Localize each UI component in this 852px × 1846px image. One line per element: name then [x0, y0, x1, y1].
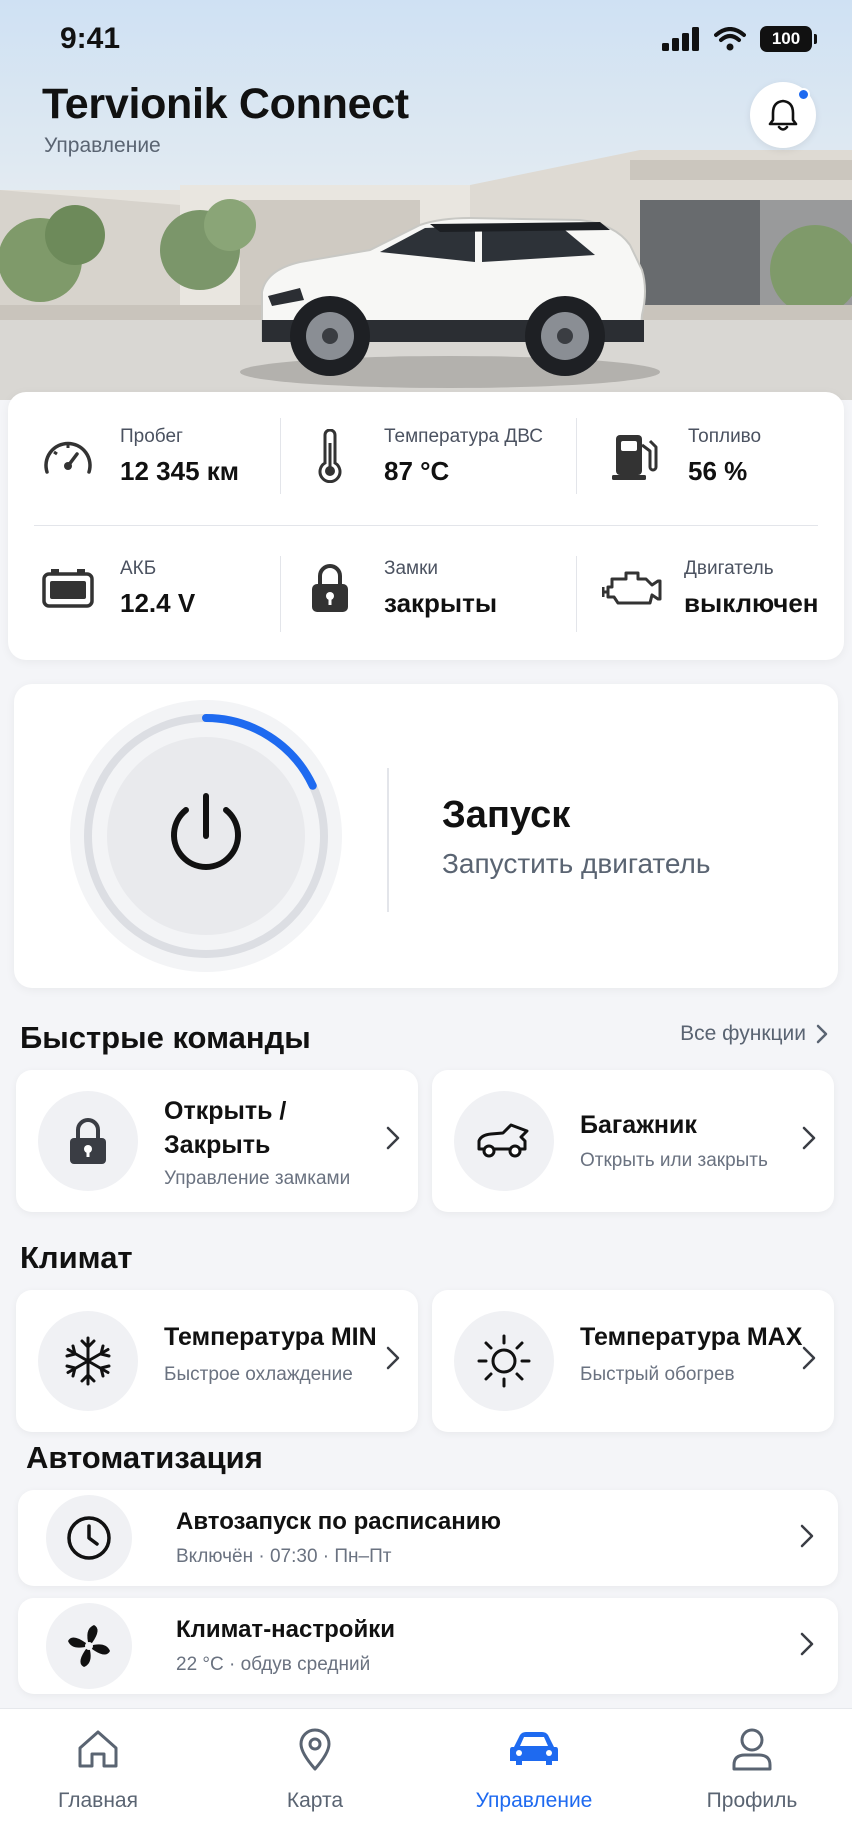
divider	[34, 525, 818, 526]
fan-icon	[68, 1625, 110, 1667]
engine-start-card: Запуск Запустить двигатель	[14, 684, 838, 988]
stat-label: АКБ	[120, 557, 157, 579]
engine-start-button[interactable]	[68, 698, 344, 974]
stat-fuel: Топливо 56 %	[606, 416, 761, 496]
tab-label: Профиль	[706, 1789, 798, 1812]
home-icon	[78, 1730, 118, 1768]
car-battery-icon	[42, 569, 94, 608]
wifi-icon	[714, 27, 746, 51]
climate-settings-row[interactable]: Климат-настройки 22 °C · обдув средний	[18, 1598, 838, 1694]
section-title-quick-commands: Быстрые команды	[20, 1020, 311, 1055]
stat-value: 87 °C	[384, 455, 450, 486]
stat-label: Температура ДВС	[384, 425, 543, 447]
tile-title: Багажник	[580, 1111, 697, 1139]
start-title: Запуск	[442, 794, 571, 836]
autostart-schedule-row[interactable]: Автозапуск по расписанию Включён · 07:30…	[18, 1490, 838, 1586]
lock-icon	[70, 1118, 106, 1164]
stat-label: Топливо	[688, 425, 762, 447]
cellular-signal-icon	[662, 27, 699, 51]
stat-value: 12 345 км	[120, 455, 239, 486]
stat-label: Двигатель	[684, 557, 774, 579]
chevron-right-icon	[802, 1346, 816, 1370]
tile-subtitle: Открыть или закрыть	[580, 1150, 768, 1171]
tile-title: Температура MAX	[580, 1323, 803, 1351]
stat-value: закрыты	[384, 587, 498, 618]
row-title: Климат-настройки	[176, 1616, 395, 1643]
tab-label: Управление	[475, 1789, 593, 1812]
car-trunk-icon	[477, 1123, 529, 1158]
tab-map[interactable]: Карта	[225, 1723, 405, 1823]
map-pin-icon	[299, 1728, 331, 1771]
chevron-right-icon	[800, 1632, 814, 1656]
snowflake-icon	[65, 1336, 111, 1386]
tab-label: Главная	[58, 1789, 138, 1812]
bottom-tab-bar: Главная Карта Управление Профиль	[0, 1708, 852, 1846]
row-subtitle: Включён · 07:30 · Пн–Пт	[176, 1546, 392, 1567]
stat-mileage: Пробег 12 345 км	[38, 416, 239, 496]
trunk-tile[interactable]: Багажник Открыть или закрыть	[432, 1070, 834, 1212]
bell-icon	[768, 99, 798, 131]
chevron-right-icon	[386, 1346, 400, 1370]
stat-label: Пробег	[120, 425, 183, 447]
notifications-button[interactable]	[750, 82, 816, 148]
chevron-right-icon	[800, 1524, 814, 1548]
divider	[387, 768, 389, 912]
stat-value: 56 %	[688, 455, 748, 486]
stat-battery: АКБ 12.4 V	[38, 548, 195, 628]
divider	[280, 556, 281, 632]
stat-engine: Двигатель выключен	[600, 548, 819, 628]
tile-title: Температура MIN	[164, 1323, 377, 1351]
car-icon	[510, 1732, 558, 1765]
battery-indicator: 100	[760, 26, 817, 52]
section-title-climate: Климат	[20, 1240, 133, 1275]
tile-subtitle: Быстрый обогрев	[580, 1364, 735, 1385]
stat-value: выключен	[684, 587, 819, 618]
speedometer-icon	[44, 441, 92, 474]
row-subtitle: 22 °C · обдув средний	[176, 1654, 371, 1675]
stat-locks: Замки закрыты	[310, 548, 497, 628]
sun-icon	[477, 1334, 531, 1388]
fuel-pump-icon	[612, 435, 658, 480]
divider	[280, 418, 281, 494]
temp-max-tile[interactable]: Температура MAX Быстрый обогрев	[432, 1290, 834, 1432]
clock-icon	[67, 1516, 111, 1560]
chevron-right-icon	[386, 1126, 400, 1150]
user-icon	[732, 1728, 772, 1771]
tab-home[interactable]: Главная	[8, 1723, 188, 1823]
tab-profile[interactable]: Профиль	[662, 1723, 842, 1823]
stat-value: 12.4 V	[120, 587, 196, 618]
stat-label: Замки	[384, 557, 439, 579]
tab-control[interactable]: Управление	[444, 1723, 624, 1823]
tab-label: Карта	[286, 1789, 344, 1812]
row-title: Автозапуск по расписанию	[176, 1508, 501, 1535]
all-functions-link[interactable]: Все функции	[680, 1022, 828, 1046]
thermometer-icon	[318, 429, 342, 483]
tile-subtitle: Управление замками	[164, 1168, 351, 1189]
chevron-right-icon	[802, 1126, 816, 1150]
notification-badge	[797, 88, 810, 101]
divider	[576, 556, 577, 632]
start-subtitle: Запустить двигатель	[442, 848, 711, 879]
divider	[576, 418, 577, 494]
page-subtitle: Управление	[44, 134, 161, 157]
engine-icon	[602, 571, 662, 605]
app-title: Tervionik Connect	[42, 80, 409, 128]
hero-banner: 9:41 100 Tervionik Connect Управление	[0, 0, 852, 400]
temp-min-tile[interactable]: Температура MIN Быстрое охлаждение	[16, 1290, 418, 1432]
lock-unlock-tile[interactable]: Открыть / Закрыть Управление замками	[16, 1070, 418, 1212]
all-functions-label: Все функции	[680, 1022, 806, 1045]
stat-engine-temp: Температура ДВС 87 °C	[310, 416, 543, 496]
vehicle-stats-card: Пробег 12 345 км Температура ДВС 87 °C Т…	[8, 392, 844, 660]
tile-subtitle: Быстрое охлаждение	[164, 1364, 353, 1385]
chevron-right-icon	[816, 1024, 828, 1044]
tile-title-line1: Открыть /	[164, 1097, 287, 1125]
lock-icon	[312, 564, 348, 612]
status-bar: 9:41 100	[0, 18, 852, 62]
section-title-automation: Автоматизация	[26, 1440, 263, 1475]
tile-title-line2: Закрыть	[164, 1131, 271, 1159]
status-time: 9:41	[60, 22, 121, 55]
